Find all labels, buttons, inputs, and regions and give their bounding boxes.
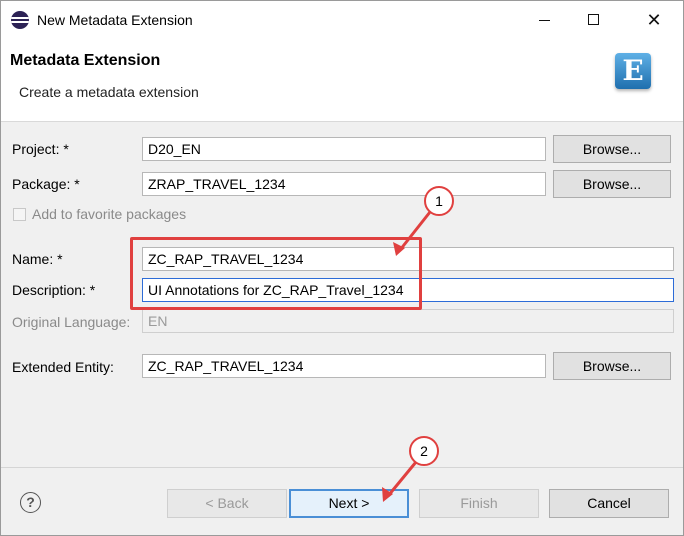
callout-arrowhead-2 (382, 487, 393, 502)
callout-arrow-1 (398, 211, 432, 251)
callout-badge-2: 2 (409, 436, 439, 466)
callout-arrow-2 (386, 461, 418, 497)
callout-badge-1: 1 (424, 186, 454, 216)
callout-arrows (382, 211, 432, 502)
